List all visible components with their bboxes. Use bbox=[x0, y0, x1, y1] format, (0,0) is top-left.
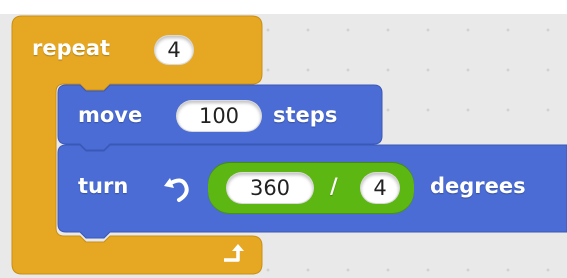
rotate-left-icon bbox=[164, 178, 189, 202]
move-label: move bbox=[78, 103, 143, 127]
repeat-label: repeat bbox=[32, 36, 111, 60]
move-steps-input[interactable]: 100 bbox=[176, 100, 262, 132]
loop-arrow-icon bbox=[224, 244, 244, 262]
repeat-count-input[interactable]: 4 bbox=[154, 35, 194, 65]
scripts-canvas[interactable]: repeat 4 move 100 steps turn 360 / 4 deg… bbox=[0, 0, 567, 278]
steps-label: steps bbox=[273, 103, 338, 127]
turn-label: turn bbox=[78, 174, 129, 198]
degrees-label: degrees bbox=[430, 174, 526, 198]
divide-operator-label: / bbox=[330, 174, 338, 198]
divide-right-input[interactable]: 4 bbox=[360, 172, 400, 204]
divide-left-input[interactable]: 360 bbox=[226, 172, 314, 204]
